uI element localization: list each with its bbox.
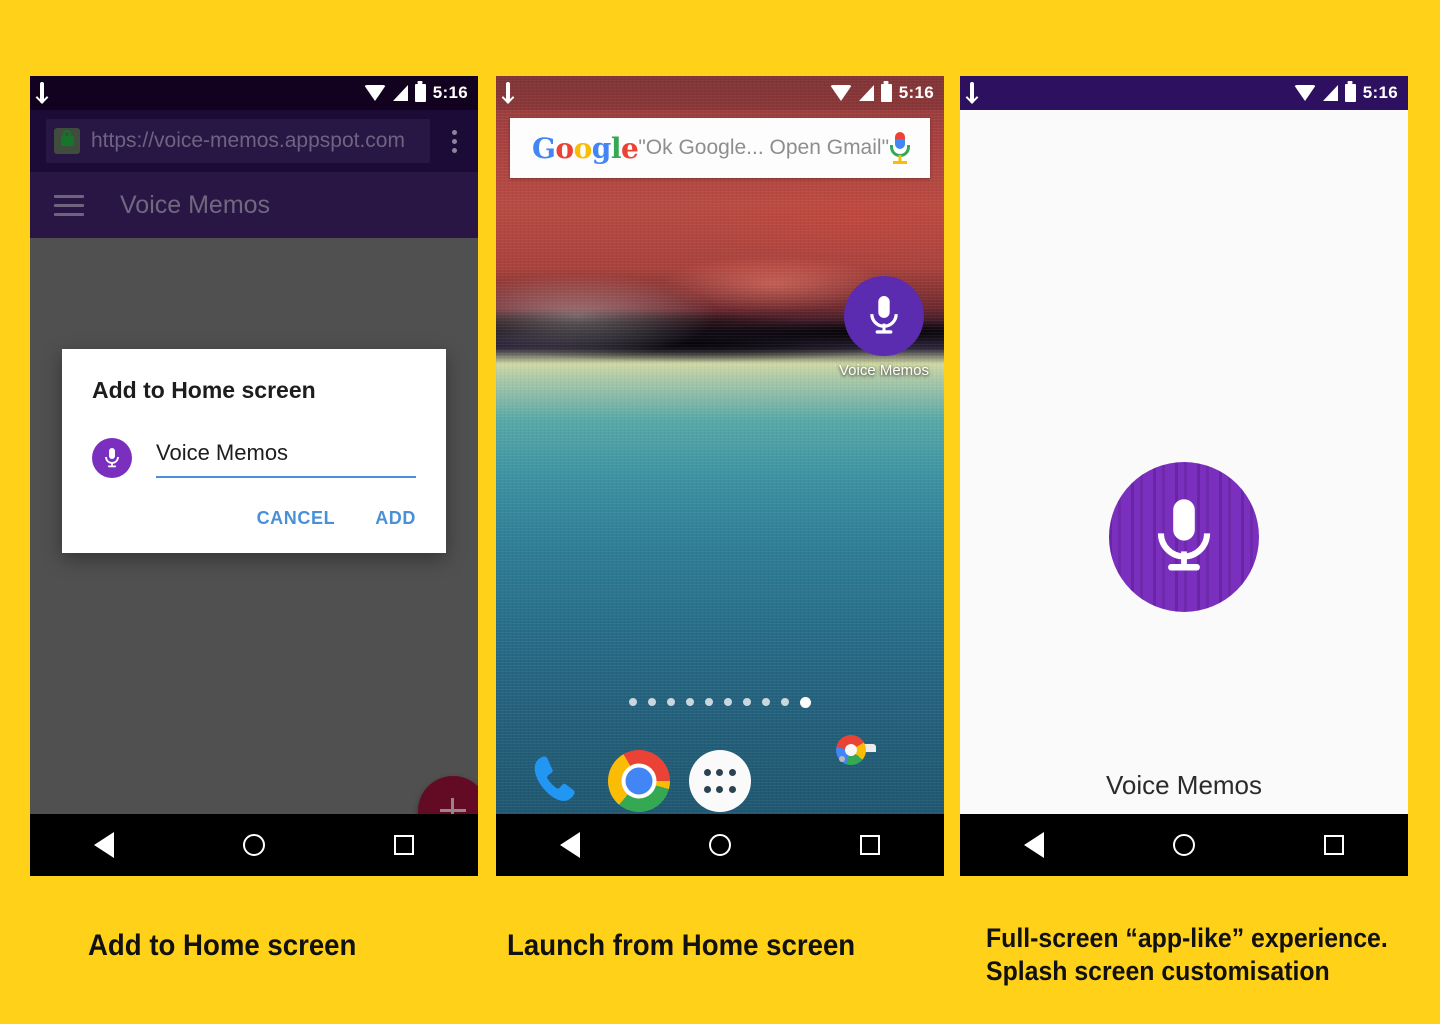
back-icon[interactable]: [1024, 832, 1045, 858]
battery-icon: [880, 84, 892, 102]
camera-icon[interactable]: [835, 735, 913, 812]
add-to-home-screen-dialog: Add to Home screen Voice Memos CANCEL AD…: [62, 349, 446, 553]
clock: 5:16: [898, 83, 934, 102]
clock: 5:16: [1362, 83, 1398, 102]
home-icon[interactable]: [242, 834, 265, 856]
download-icon: [970, 82, 974, 103]
voice-memos-app-icon: [844, 276, 924, 356]
chrome-icon[interactable]: [608, 750, 671, 812]
home-icon[interactable]: [708, 834, 731, 856]
phone3-screen: Voice Memos 5:16: [960, 76, 1408, 876]
voice-memos-app-icon: [1109, 462, 1259, 612]
caption-add-to-home-screen: Add to Home screen: [88, 929, 357, 962]
recents-icon[interactable]: [1323, 835, 1344, 855]
dialog-title: Add to Home screen: [92, 377, 316, 403]
home-screen-shortcut-voice-memos[interactable]: [844, 276, 924, 356]
search-hint-text: "Ok Google... Open Gmail": [638, 136, 890, 159]
android-nav-bar: [30, 814, 478, 876]
input-underline: [156, 476, 416, 478]
voice-memos-app-icon: [92, 438, 132, 478]
slide-canvas: Record something! https://voice-memos.ap…: [0, 0, 1440, 1024]
google-logo-icon: Google: [532, 131, 639, 165]
android-nav-bar: [960, 814, 1408, 876]
wifi-icon: [829, 85, 852, 101]
home-icon[interactable]: [1172, 834, 1195, 856]
phone-icon[interactable]: [527, 750, 589, 812]
home-screen-dock: [496, 735, 944, 826]
clock: 5:16: [432, 83, 468, 102]
google-search-widget[interactable]: Google "Ok Google... Open Gmail": [510, 118, 930, 178]
app-drawer-icon[interactable]: [688, 750, 751, 812]
back-icon[interactable]: [94, 832, 115, 858]
back-icon[interactable]: [560, 832, 581, 858]
battery-icon: [1344, 84, 1356, 102]
phone-screenshot-add-to-home: Record something! https://voice-memos.ap…: [30, 76, 478, 876]
shortcut-name-input[interactable]: Voice Memos: [156, 440, 416, 476]
recents-icon[interactable]: [393, 835, 414, 855]
status-bar: 5:16: [960, 76, 1408, 110]
wifi-icon: [1293, 85, 1316, 101]
play-movies-icon[interactable]: [770, 750, 832, 812]
phone2-screen: Google "Ok Google... Open Gmail" Voice M…: [496, 76, 944, 876]
status-bar: 5:16: [496, 76, 944, 110]
google-mic-icon[interactable]: [889, 132, 910, 164]
splash-app-name: Voice Memos: [1105, 770, 1263, 800]
signal-icon: [392, 85, 408, 101]
microphone-icon: [105, 448, 119, 468]
cancel-button[interactable]: CANCEL: [257, 508, 336, 529]
battery-icon: [414, 84, 426, 102]
android-nav-bar: [496, 814, 944, 876]
download-icon: [506, 82, 510, 103]
phone-screenshot-splash-screen: Voice Memos 5:16: [960, 76, 1408, 876]
caption-launch-from-home-screen: Launch from Home screen: [507, 929, 856, 962]
microphone-icon: [1157, 499, 1211, 571]
phone-screenshot-home-screen: Google "Ok Google... Open Gmail" Voice M…: [496, 76, 944, 876]
recents-icon[interactable]: [859, 835, 880, 855]
home-screen-page-indicator: [496, 696, 944, 708]
microphone-icon: [870, 296, 898, 334]
status-bar: 5:16: [30, 76, 478, 110]
phone1-screen: Record something! https://voice-memos.ap…: [30, 76, 478, 876]
wifi-icon: [363, 85, 386, 101]
add-button[interactable]: ADD: [375, 508, 416, 529]
signal-icon: [1322, 85, 1338, 101]
home-screen-shortcut-label: Voice Memos: [838, 362, 930, 379]
download-icon: [40, 82, 44, 103]
caption-full-screen-experience: Full-screen “app-like” experience. Splas…: [986, 923, 1388, 986]
signal-icon: [858, 85, 874, 101]
